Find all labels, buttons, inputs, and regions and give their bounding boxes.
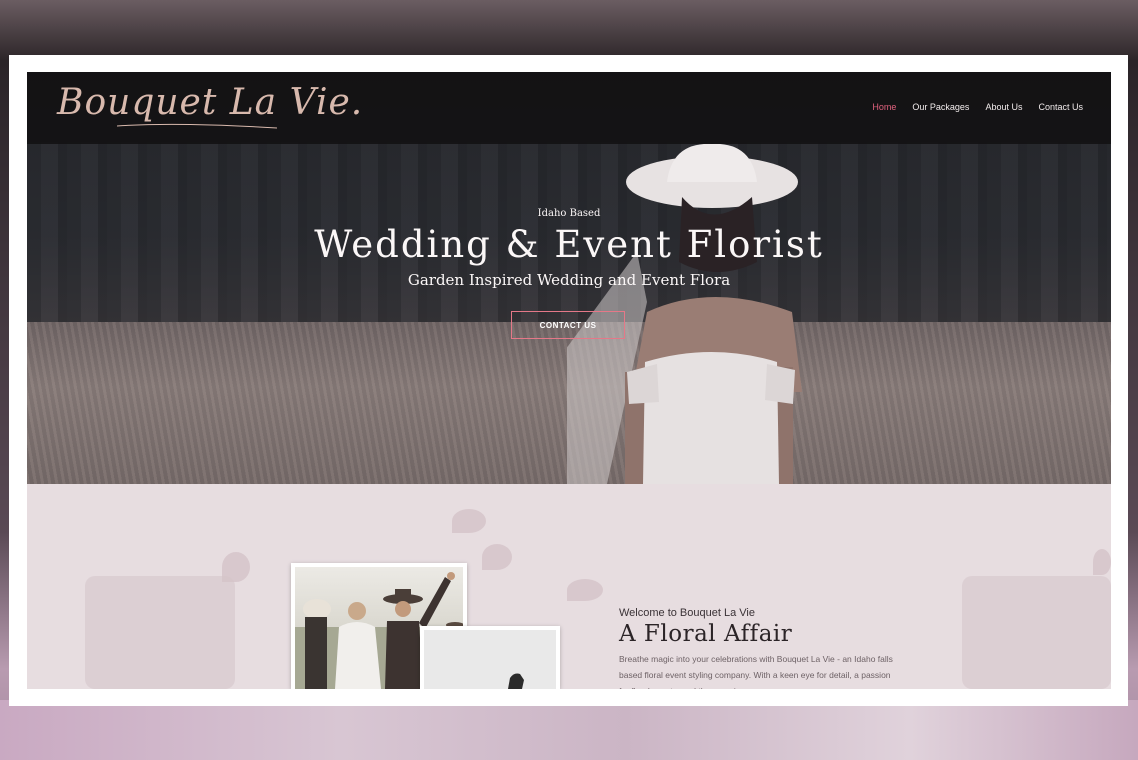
logo-swash-icon <box>117 123 277 129</box>
nav-links: Home Our Packages About Us Contact Us <box>872 102 1083 112</box>
backdrop-bottom <box>0 700 1138 760</box>
decorative-ghost-card-left <box>85 576 235 689</box>
decorative-leaf <box>567 579 603 601</box>
nav-link-home[interactable]: Home <box>872 102 896 112</box>
about-title: A Floral Affair <box>619 621 793 647</box>
about-body: Breathe magic into your celebrations wit… <box>619 654 893 689</box>
decorative-leaf <box>452 509 486 533</box>
horse-photo-illustration <box>508 673 524 689</box>
contact-us-button[interactable]: CONTACT US <box>511 311 625 339</box>
about-text-block: Welcome to Bouquet La Vie A Floral Affai… <box>619 607 899 689</box>
about-section: Welcome to Bouquet La Vie A Floral Affai… <box>27 484 1111 689</box>
horse-photo <box>420 626 560 689</box>
decorative-leaf <box>482 544 512 570</box>
hero-section: Bouquet La Vie. Home Our Packages About … <box>27 72 1111 484</box>
top-navigation-bar: Bouquet La Vie. Home Our Packages About … <box>27 72 1111 144</box>
decorative-leaf <box>222 552 250 582</box>
hero-subtitle: Garden Inspired Wedding and Event Flora <box>407 271 731 289</box>
backdrop-top <box>0 0 1138 60</box>
hero-title: Wedding & Event Florist <box>314 223 824 266</box>
nav-link-about-us[interactable]: About Us <box>985 102 1022 112</box>
about-welcome: Welcome to Bouquet La Vie <box>619 607 755 619</box>
decorative-ghost-card-right <box>962 576 1111 689</box>
hero-text-block: Idaho Based Wedding & Event Florist Gard… <box>27 208 1111 289</box>
website-screenshot: Bouquet La Vie. Home Our Packages About … <box>27 72 1111 689</box>
hero-kicker: Idaho Based <box>537 208 601 219</box>
site-logo[interactable]: Bouquet La Vie. <box>57 82 363 123</box>
decorative-leaf <box>1093 549 1111 575</box>
nav-link-contact-us[interactable]: Contact Us <box>1038 102 1083 112</box>
nav-link-our-packages[interactable]: Our Packages <box>912 102 969 112</box>
